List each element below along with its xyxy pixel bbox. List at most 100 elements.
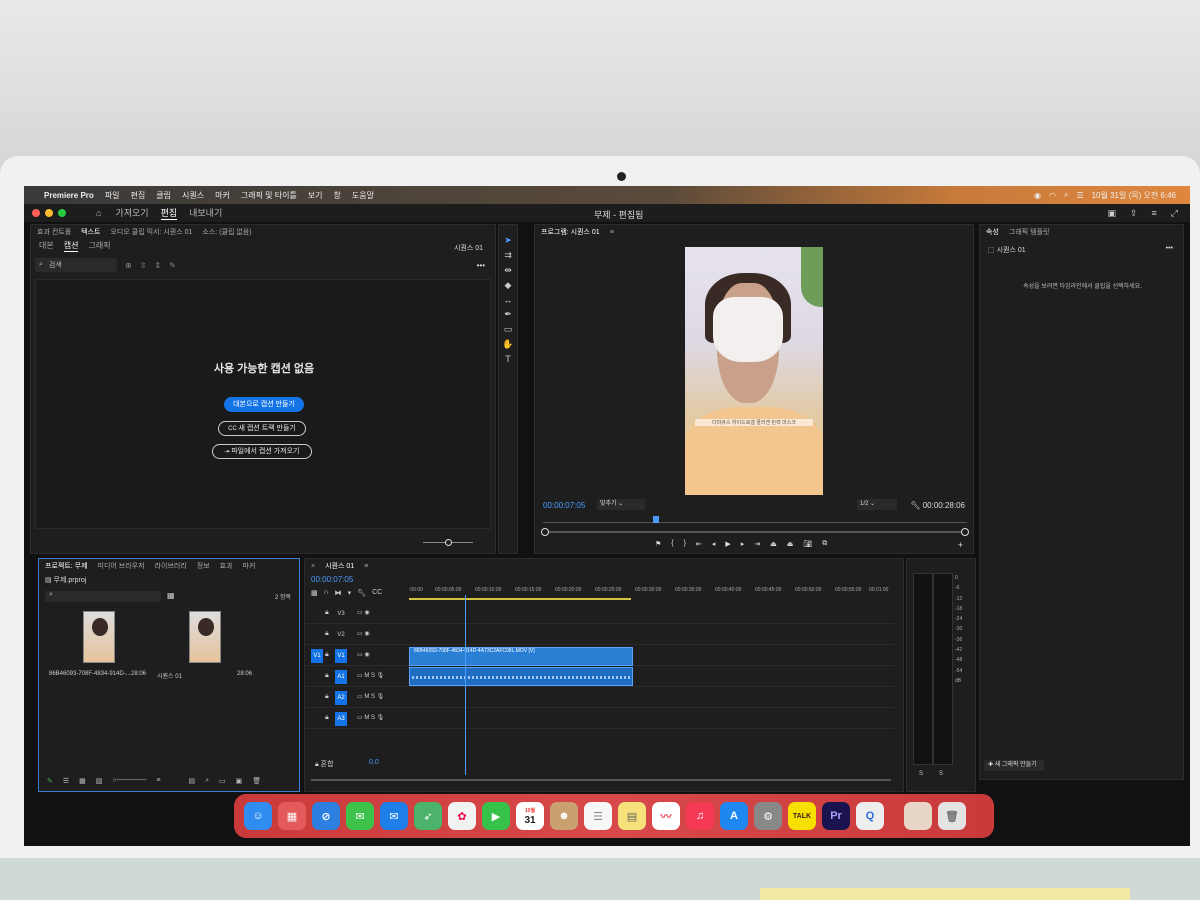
icon-view-icon[interactable]: ▦ [79,777,86,785]
selection-tool-icon[interactable]: ➤ [504,235,512,246]
tab-media-browser[interactable]: 미디어 브라우저 [98,561,145,571]
tab-text[interactable]: 텍스트 [81,227,100,237]
trash-icon[interactable]: 🗑︎ [252,777,261,785]
program-playhead[interactable] [653,516,659,523]
resolution-select[interactable]: 1/2 ⌄ [857,499,897,510]
new-caption-track-button[interactable]: CC 새 캡션 트랙 만들기 [218,421,306,436]
lock-icon[interactable]: 🔒︎ [325,651,329,659]
hand-tool-icon[interactable]: ✋ [502,339,513,350]
step-forward-icon[interactable]: ▸ [741,540,745,548]
sort-icon[interactable]: ≡ [156,777,160,785]
find-icon[interactable]: ⌕ [205,777,209,785]
tab-source[interactable]: 소스: (클립 없음) [202,227,251,237]
program-current-timecode[interactable]: 00:00:07:05 [543,501,585,510]
razor-tool-icon[interactable]: ◆ [505,280,512,291]
program-title[interactable]: 프로그램: 시퀀스 01 [541,227,600,237]
menu-help[interactable]: 도움말 [352,190,374,201]
video-frame[interactable]: 더마큐스 하이드로겔 콜라겐 탄력 마스크 [685,247,823,495]
track-select-tool-icon[interactable]: ⇉ [504,250,512,261]
menu-graphics[interactable]: 그래픽 및 타이틀 [241,190,297,201]
menu-file[interactable]: 파일 [105,190,120,201]
source-patch-v1[interactable]: V1 [311,649,323,663]
go-to-out-icon[interactable]: ⇥ [754,540,760,548]
step-back-icon[interactable]: ◂ [712,540,716,548]
tab-info[interactable]: 정보 [197,561,210,571]
track-v1[interactable]: V1 🔒︎ V1 ▭ ◉ 86B46093-708F-4834-914D-4A73C2… [305,645,895,666]
project-search-input[interactable]: ⌕ [45,591,161,602]
zoom-slider[interactable] [423,539,473,546]
mark-in-icon[interactable]: { [671,540,673,548]
add-button-icon[interactable]: + [958,540,963,550]
lock-icon[interactable]: 🔒︎ [325,693,329,701]
list-view-icon[interactable]: ☰ [63,777,69,785]
wrench-icon[interactable]: 🔧︎ [910,501,920,510]
program-zoom-bar[interactable] [541,528,969,536]
launchpad-icon[interactable]: ▦ [278,802,306,830]
audio-clip[interactable] [409,667,633,686]
minimize-window-button[interactable] [45,209,53,217]
maps-icon[interactable]: ➶ [414,802,442,830]
menu-clip[interactable]: 클립 [156,190,171,201]
trash-icon[interactable]: 🗑︎ [938,802,966,830]
kakaotalk-icon[interactable]: TALK [788,802,816,830]
pencil-icon[interactable]: ✎ [47,777,53,785]
track-controls[interactable]: ▭ M S 🎙︎ [357,672,384,679]
panel-menu-icon[interactable]: ≡ [1152,208,1157,219]
ripple-edit-tool-icon[interactable]: ⇹ [504,265,512,276]
zoom-window-button[interactable] [58,209,66,217]
wifi-icon[interactable]: ◠ [1049,191,1056,200]
subtab-captions[interactable]: 캡션 [63,240,79,252]
track-controls[interactable]: ▭ ◉ [357,609,370,616]
clock[interactable]: 10월 31일 (목) 오전 6:46 [1092,190,1176,201]
more-icon[interactable]: ••• [477,261,485,270]
music-icon[interactable]: ♫ [686,802,714,830]
track-controls[interactable]: ▭ M S 🎙︎ [357,693,384,700]
freeform-view-icon[interactable]: ▧ [96,777,103,785]
add-marker-icon[interactable]: ▾ [348,589,352,597]
track-name[interactable]: V2 [335,628,347,642]
mail-icon[interactable]: ✉ [380,802,408,830]
calendar-icon[interactable]: 10월 31 [516,802,544,830]
tab-effect-controls[interactable]: 효과 컨트롤 [37,227,71,237]
app-store-icon[interactable]: A [720,802,748,830]
messages-icon[interactable]: ✉ [346,802,374,830]
add-icon[interactable]: ⊕ [125,261,132,270]
sequence-thumbnail[interactable] [189,611,221,663]
facetime-icon[interactable]: ▶ [482,802,510,830]
slip-tool-icon[interactable]: ↔ [504,295,513,305]
video-clip[interactable]: 86B46093-708F-4834-914D-4A73C2AFC08L.MOV… [409,647,633,666]
track-name[interactable]: A1 [335,670,347,684]
export-frame-icon[interactable]: 📷︎ [803,540,812,548]
reminders-icon[interactable]: ☰ [584,802,612,830]
expand-icon[interactable]: ⇳ [140,261,147,270]
extract-icon[interactable]: ⏏ [787,540,794,548]
tab-edit[interactable]: 편집 [160,206,178,220]
track-a3[interactable]: 🔒︎ A3 ▭ M S 🎙︎ [305,708,895,729]
recent-image-icon[interactable] [904,802,932,830]
track-controls[interactable]: ▭ ◉ [357,651,370,658]
creative-cloud-icon[interactable]: ◉ [1034,191,1041,200]
compare-icon[interactable]: ⧉ [822,540,827,548]
menu-sequence[interactable]: 시퀀스 [182,190,204,201]
caption-search-input[interactable]: ⌕ 검색 [35,258,117,272]
workspace-icon[interactable]: ▣ [1107,208,1116,219]
tab-essential-graphics[interactable]: 그래픽 템플릿 [1009,227,1050,237]
lock-icon[interactable]: 🔒︎ [325,714,329,722]
tab-libraries[interactable]: 라이브러리 [155,561,187,571]
track-name[interactable]: V3 [335,607,347,621]
close-tab-icon[interactable]: × [311,563,315,570]
timeline-playhead[interactable] [465,595,466,775]
play-icon[interactable]: ▶ [725,540,730,548]
timeline-scrollbar[interactable] [311,779,891,781]
transcribe-captions-button[interactable]: 대본으로 캡션 만들기 [224,397,304,412]
photos-icon[interactable]: ✿ [448,802,476,830]
close-window-button[interactable] [32,209,40,217]
quicktime-icon[interactable]: Q [856,802,884,830]
track-a2[interactable]: 🔒︎ A2 ▭ M S 🎙︎ [305,687,895,708]
more-icon[interactable]: ••• [1166,245,1173,252]
program-menu-icon[interactable]: ≡ [610,229,614,236]
sequence-name[interactable]: 시퀀스 01 [157,671,182,680]
clip-name[interactable]: 86B46093-708F-4834-914D-... [49,671,131,677]
import-captions-button[interactable]: ⇥ 파일에서 캡션 가져오기 [212,444,312,459]
timeline-title[interactable]: 시퀀스 01 [325,561,354,571]
